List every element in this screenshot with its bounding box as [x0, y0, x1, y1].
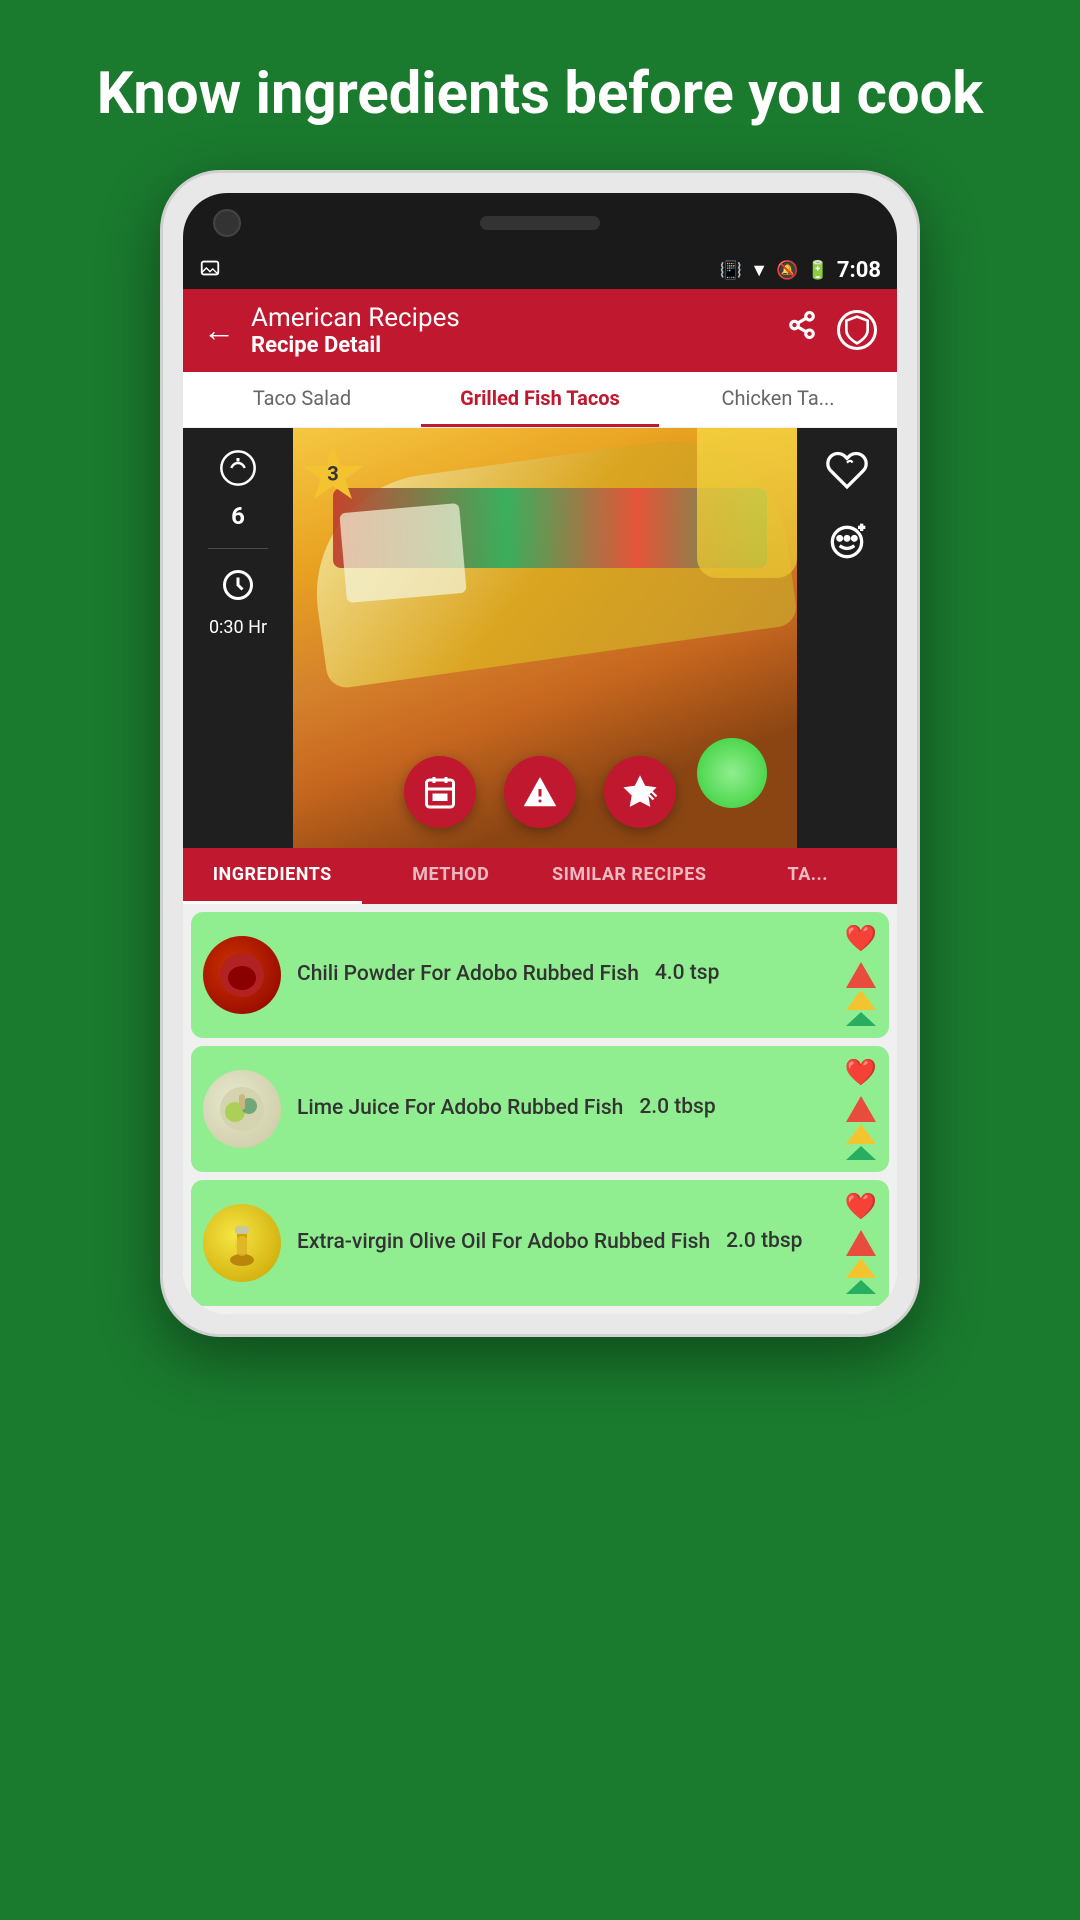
- notification-icon: 🔕: [776, 260, 798, 281]
- alert-triangles-lime: [846, 1096, 876, 1160]
- time-icon: [220, 567, 256, 607]
- app-bar-actions: [787, 310, 877, 350]
- battery-icon: 🔋: [807, 260, 829, 281]
- ingredient-actions-olive-oil: ❤️: [845, 1192, 877, 1294]
- ingredient-image-olive-oil: [203, 1204, 281, 1282]
- favorite-edit-button[interactable]: [604, 756, 676, 828]
- camera-dot: [213, 209, 241, 237]
- status-time: 7:08: [837, 258, 881, 283]
- calendar-button[interactable]: [404, 756, 476, 828]
- tab-ta[interactable]: TA...: [719, 848, 898, 904]
- ingredients-list: Chili Powder For Adobo Rubbed Fish 4.0 t…: [183, 904, 897, 1314]
- ingredient-actions-chili: ❤️: [845, 924, 877, 1026]
- star-rating-badge: 3: [301, 442, 365, 506]
- content-tab-bar: INGREDIENTS METHOD SIMILAR RECIPES TA...: [183, 848, 897, 904]
- fv-shield-button[interactable]: [837, 310, 877, 350]
- phone-mockup: 📳 ▼ 🔕 🔋 7:08 ← American Recipes Recipe D…: [160, 170, 920, 1337]
- triangle-yellow: [846, 990, 876, 1010]
- ingredient-name-lime: Lime Juice For Adobo Rubbed Fish: [297, 1095, 623, 1122]
- phone-hardware-bar: [183, 193, 897, 253]
- recipe-tab-bar: Taco Salad Grilled Fish Tacos Chicken Ta…: [183, 372, 897, 428]
- app-bar-title: American Recipes Recipe Detail: [251, 303, 771, 358]
- ingredient-item-chili-powder: Chili Powder For Adobo Rubbed Fish 4.0 t…: [191, 912, 889, 1038]
- ingredient-amount-lime: 2.0 tbsp: [639, 1095, 715, 1119]
- triangle-red: [846, 962, 876, 988]
- ingredient-amount-olive-oil: 2.0 tbsp: [726, 1229, 802, 1253]
- triangle-green-oil: [846, 1280, 876, 1294]
- triangle-red-lime: [846, 1096, 876, 1122]
- tab-ingredients[interactable]: INGREDIENTS: [183, 848, 362, 904]
- triangle-yellow-lime: [846, 1124, 876, 1144]
- alert-button[interactable]: [504, 756, 576, 828]
- hero-title: Know ingredients before you cook: [17, 0, 1064, 170]
- wifi-icon: ▼: [750, 260, 768, 281]
- triangle-yellow-oil: [846, 1258, 876, 1278]
- recipe-time: 0:30 Hr: [209, 617, 267, 638]
- tab-grilled-fish-tacos[interactable]: Grilled Fish Tacos: [421, 372, 659, 427]
- serving-icon: [218, 448, 258, 492]
- ingredient-actions-lime: ❤️: [845, 1058, 877, 1160]
- star-count: 3: [327, 461, 338, 485]
- ingredient-item-lime-juice: Lime Juice For Adobo Rubbed Fish 2.0 tbs…: [191, 1046, 889, 1172]
- back-button[interactable]: ←: [203, 311, 235, 349]
- alert-triangles-chili: [846, 962, 876, 1026]
- tab-chicken-tacos[interactable]: Chicken Ta...: [659, 372, 897, 427]
- status-bar: 📳 ▼ 🔕 🔋 7:08: [183, 253, 897, 289]
- status-bar-image-icon: [199, 257, 221, 284]
- recipe-left-sidebar: 6 0:30 Hr: [183, 428, 293, 848]
- tab-method[interactable]: METHOD: [362, 848, 541, 904]
- ingredient-amount-chili: 4.0 tsp: [655, 961, 720, 985]
- ingredient-item-olive-oil: Extra-virgin Olive Oil For Adobo Rubbed …: [191, 1180, 889, 1306]
- ingredient-name-chili: Chili Powder For Adobo Rubbed Fish: [297, 961, 639, 988]
- ingredient-info-lime: Lime Juice For Adobo Rubbed Fish 2.0 tbs…: [297, 1095, 829, 1122]
- recipe-right-sidebar: [797, 428, 897, 848]
- health-heart-icon-lime[interactable]: ❤️: [845, 1058, 877, 1088]
- favorite-icon[interactable]: [825, 448, 869, 496]
- app-main-title: American Recipes: [251, 303, 771, 333]
- triangle-red-oil: [846, 1230, 876, 1256]
- app-sub-title: Recipe Detail: [251, 333, 771, 358]
- ingredient-name-olive-oil: Extra-virgin Olive Oil For Adobo Rubbed …: [297, 1229, 710, 1256]
- phone-screen: 📳 ▼ 🔕 🔋 7:08 ← American Recipes Recipe D…: [183, 193, 897, 1314]
- health-heart-icon-chili[interactable]: ❤️: [845, 924, 877, 954]
- share-button[interactable]: [787, 310, 817, 350]
- vibrate-icon: 📳: [720, 260, 742, 281]
- add-to-meal-icon[interactable]: [825, 520, 869, 568]
- recipe-image-area: 6 0:30 Hr: [183, 428, 897, 848]
- ingredient-info-chili: Chili Powder For Adobo Rubbed Fish 4.0 t…: [297, 961, 829, 988]
- tab-similar-recipes[interactable]: SIMILAR RECIPES: [540, 848, 719, 904]
- health-heart-icon-olive-oil[interactable]: ❤️: [845, 1192, 877, 1222]
- triangle-green: [846, 1012, 876, 1026]
- app-bar: ← American Recipes Recipe Detail: [183, 289, 897, 372]
- serving-count: 6: [231, 502, 245, 530]
- triangle-green-lime: [846, 1146, 876, 1160]
- ingredient-info-olive-oil: Extra-virgin Olive Oil For Adobo Rubbed …: [297, 1229, 829, 1256]
- alert-triangles-olive-oil: [846, 1230, 876, 1294]
- speaker-bar: [480, 216, 600, 230]
- tab-taco-salad[interactable]: Taco Salad: [183, 372, 421, 427]
- ingredient-image-chili: [203, 936, 281, 1014]
- ingredient-image-lime: [203, 1070, 281, 1148]
- action-buttons-row: [404, 756, 676, 828]
